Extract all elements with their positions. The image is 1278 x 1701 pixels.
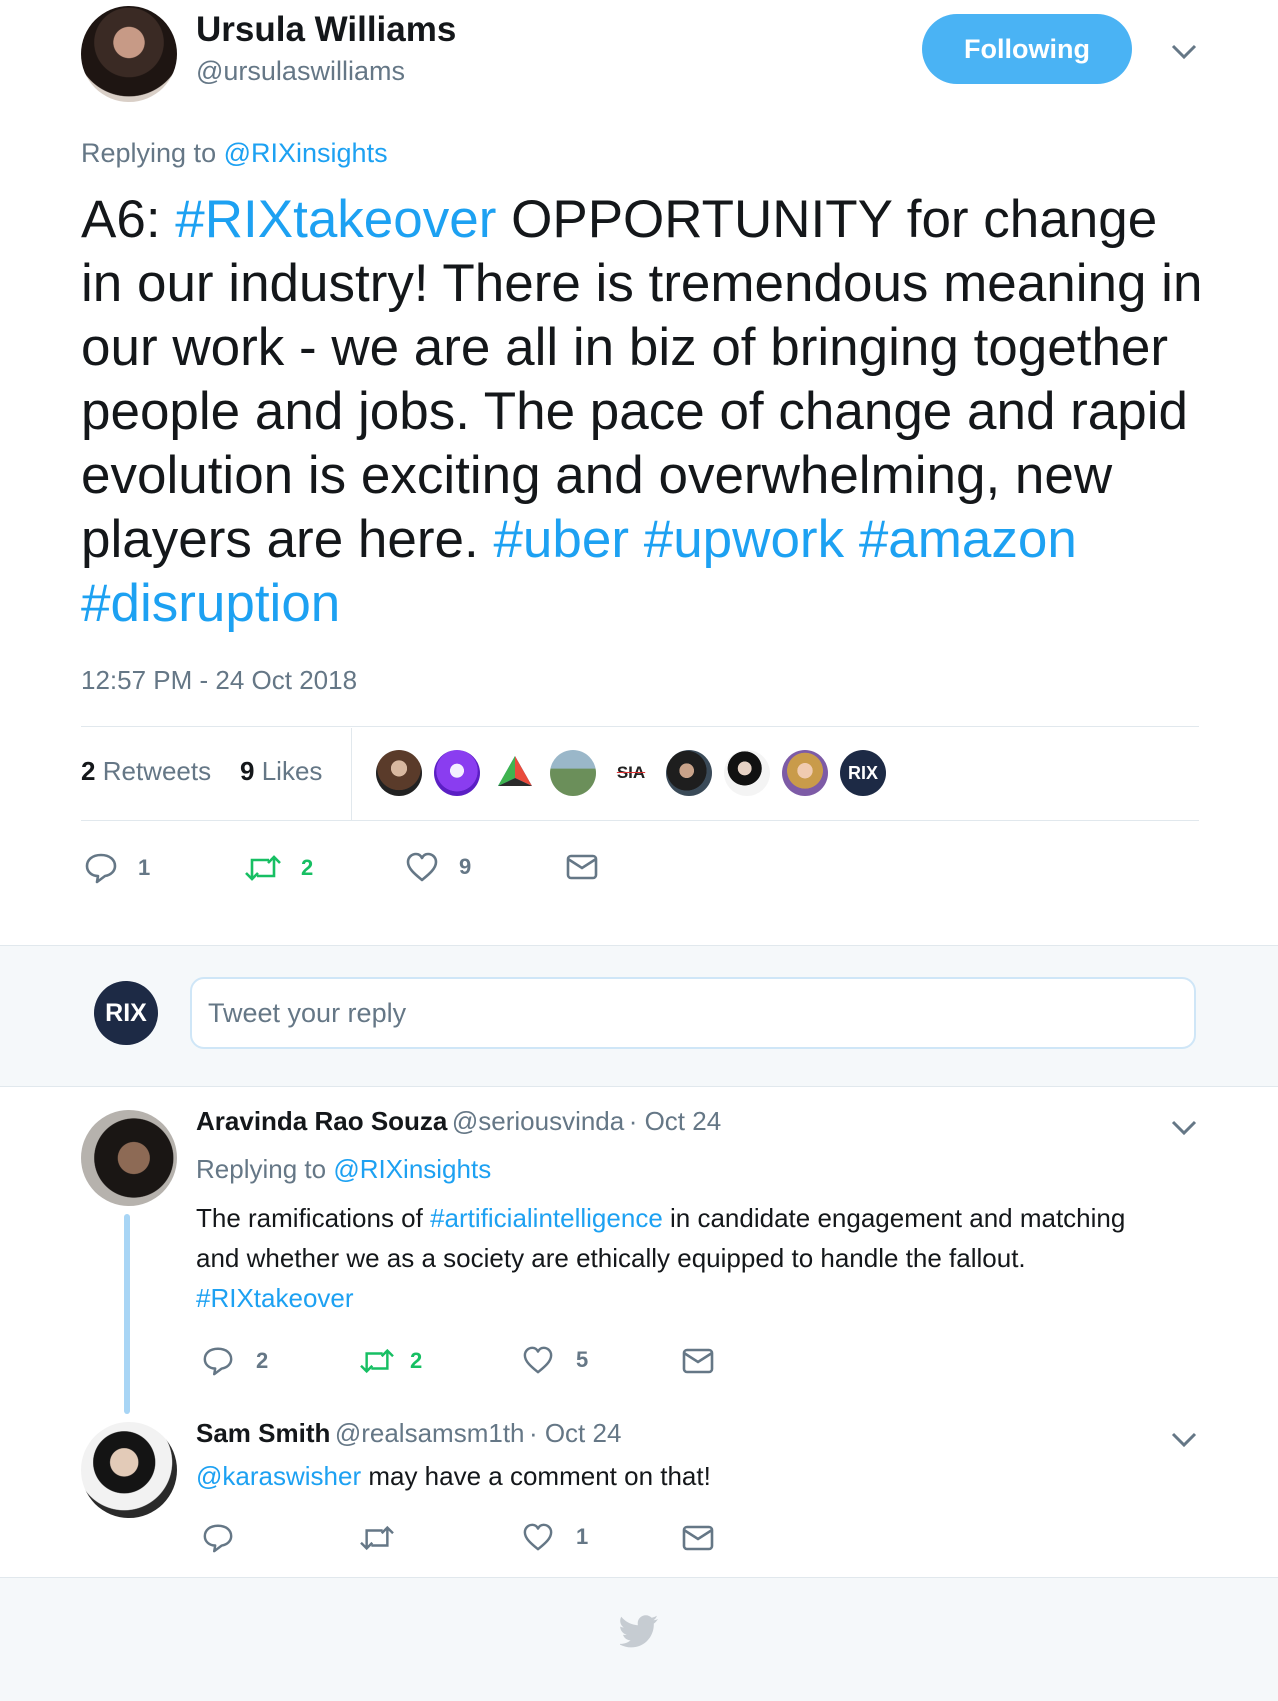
heart-icon	[406, 852, 438, 882]
reply-author-handle[interactable]: @realsamsm1th	[335, 1418, 525, 1448]
hashtag-link[interactable]: #uber	[493, 510, 629, 569]
sia-logo: SIA	[616, 763, 646, 782]
thread-line	[124, 1214, 130, 1414]
liker-avatar[interactable]	[376, 750, 422, 796]
retweet-button[interactable]	[358, 1522, 396, 1554]
twitter-bird-icon	[620, 1615, 658, 1648]
direct-message-button[interactable]	[566, 853, 598, 881]
reply-author-name[interactable]: Sam Smith	[196, 1418, 330, 1448]
direct-message-button[interactable]	[682, 1524, 714, 1552]
reply-date[interactable]: · Oct 24	[629, 1106, 721, 1136]
chevron-down-icon[interactable]	[1170, 42, 1198, 62]
tweet-stats: 2 Retweets 9 Likes	[81, 756, 322, 787]
current-user-avatar[interactable]: RIX	[94, 981, 158, 1045]
tweet-reply-input[interactable]: Tweet your reply	[190, 977, 1196, 1049]
likes-label: Likes	[261, 756, 323, 786]
author-handle[interactable]: @ursulaswilliams	[196, 56, 405, 87]
envelope-icon	[566, 854, 598, 880]
reply-header: Sam Smith @realsamsm1th · Oct 24	[196, 1418, 621, 1449]
envelope-icon	[682, 1348, 714, 1374]
reply-button[interactable]: 1	[84, 851, 150, 885]
reply-header: Aravinda Rao Souza @seriousvinda · Oct 2…	[196, 1106, 721, 1137]
retweet-count: 2	[301, 855, 314, 880]
replying-prefix: Replying to	[196, 1154, 327, 1184]
mention-link[interactable]: @karaswisher	[196, 1461, 361, 1491]
replying-to-link[interactable]: @RIXinsights	[333, 1154, 491, 1184]
reply-author-name[interactable]: Aravinda Rao Souza	[196, 1106, 447, 1136]
divider	[81, 820, 1199, 821]
reply-count: 2	[256, 1348, 269, 1373]
retweet-count: 2	[410, 1348, 423, 1373]
reply-text-part: may have a comment on that!	[361, 1461, 711, 1491]
like-count: 5	[576, 1347, 589, 1372]
chevron-down-icon[interactable]	[1170, 1118, 1198, 1138]
reply-icon	[85, 853, 117, 884]
heart-icon	[523, 1523, 553, 1551]
reply-input-placeholder: Tweet your reply	[208, 997, 407, 1028]
reply-text: @karaswisher may have a comment on that!	[196, 1456, 1156, 1496]
reply-author-avatar[interactable]	[81, 1422, 177, 1518]
like-button[interactable]: 9	[405, 851, 471, 883]
hashtag-link[interactable]: #RIXtakeover	[196, 1283, 354, 1313]
replying-to: Replying to @RIXinsights	[81, 138, 388, 169]
retweets-count: 2	[81, 756, 96, 786]
reply-button[interactable]: 2	[202, 1345, 268, 1377]
following-button[interactable]: Following	[922, 14, 1132, 84]
reply-icon	[203, 1347, 233, 1376]
liker-avatar[interactable]	[492, 750, 538, 796]
retweet-button[interactable]: 2	[358, 1345, 422, 1377]
like-count: 9	[459, 854, 472, 879]
liker-avatar[interactable]	[550, 750, 596, 796]
replying-to: Replying to @RIXinsights	[196, 1154, 491, 1185]
retweet-icon	[245, 855, 281, 881]
liker-avatar[interactable]	[782, 750, 828, 796]
author-name[interactable]: Ursula Williams	[196, 10, 456, 50]
liker-avatar[interactable]	[434, 750, 480, 796]
divider	[81, 726, 1199, 727]
rix-logo-text: RIX	[847, 762, 878, 783]
hashtag-link[interactable]: #upwork	[644, 510, 844, 569]
chevron-down-icon[interactable]	[1170, 1430, 1198, 1450]
hashtag-link[interactable]: #RIXtakeover	[175, 190, 496, 249]
rix-logo-text: RIX	[105, 998, 147, 1027]
like-count: 1	[576, 1524, 589, 1549]
direct-message-button[interactable]	[682, 1347, 714, 1375]
reply-count: 1	[138, 855, 151, 880]
author-avatar[interactable]	[81, 6, 177, 102]
stats-divider	[351, 728, 352, 820]
liker-avatar[interactable]	[724, 750, 770, 796]
like-button[interactable]: 1	[522, 1522, 588, 1552]
replying-prefix: Replying to	[81, 138, 217, 168]
hashtag-link[interactable]: #amazon	[859, 510, 1077, 569]
retweet-button[interactable]: 2	[243, 851, 313, 885]
reply-button[interactable]	[202, 1522, 234, 1554]
reply-author-handle[interactable]: @seriousvinda	[452, 1106, 624, 1136]
reply-date[interactable]: · Oct 24	[529, 1418, 621, 1448]
retweet-icon	[360, 1525, 394, 1551]
liker-avatar-rix[interactable]: RIX	[840, 750, 886, 796]
retweets-label: Retweets	[102, 756, 212, 786]
liker-avatar[interactable]: SIA	[608, 750, 654, 796]
hashtag-link[interactable]: #disruption	[81, 574, 340, 633]
retweet-icon	[360, 1348, 394, 1374]
tweet-text-part: A6:	[81, 190, 176, 249]
reply-author-avatar[interactable]	[81, 1110, 177, 1206]
tweet-text: A6: #RIXtakeover OPPORTUNITY for change …	[81, 188, 1211, 636]
heart-icon	[523, 1346, 553, 1374]
like-button[interactable]: 5	[522, 1345, 588, 1375]
hashtag-link[interactable]: #artificialintelligence	[430, 1203, 663, 1233]
tweet-timestamp[interactable]: 12:57 PM - 24 Oct 2018	[81, 665, 357, 696]
envelope-icon	[682, 1525, 714, 1551]
replying-to-link[interactable]: @RIXinsights	[224, 138, 388, 168]
liker-avatar[interactable]	[666, 750, 712, 796]
prism-logo-icon	[498, 756, 532, 786]
likes-stat[interactable]: 9 Likes	[240, 756, 322, 786]
retweets-stat[interactable]: 2 Retweets	[81, 756, 211, 786]
likes-count: 9	[240, 756, 255, 786]
reply-text: The ramifications of #artificialintellig…	[196, 1198, 1156, 1318]
reply-icon	[203, 1524, 233, 1553]
reply-text-part: The ramifications of	[196, 1203, 431, 1233]
